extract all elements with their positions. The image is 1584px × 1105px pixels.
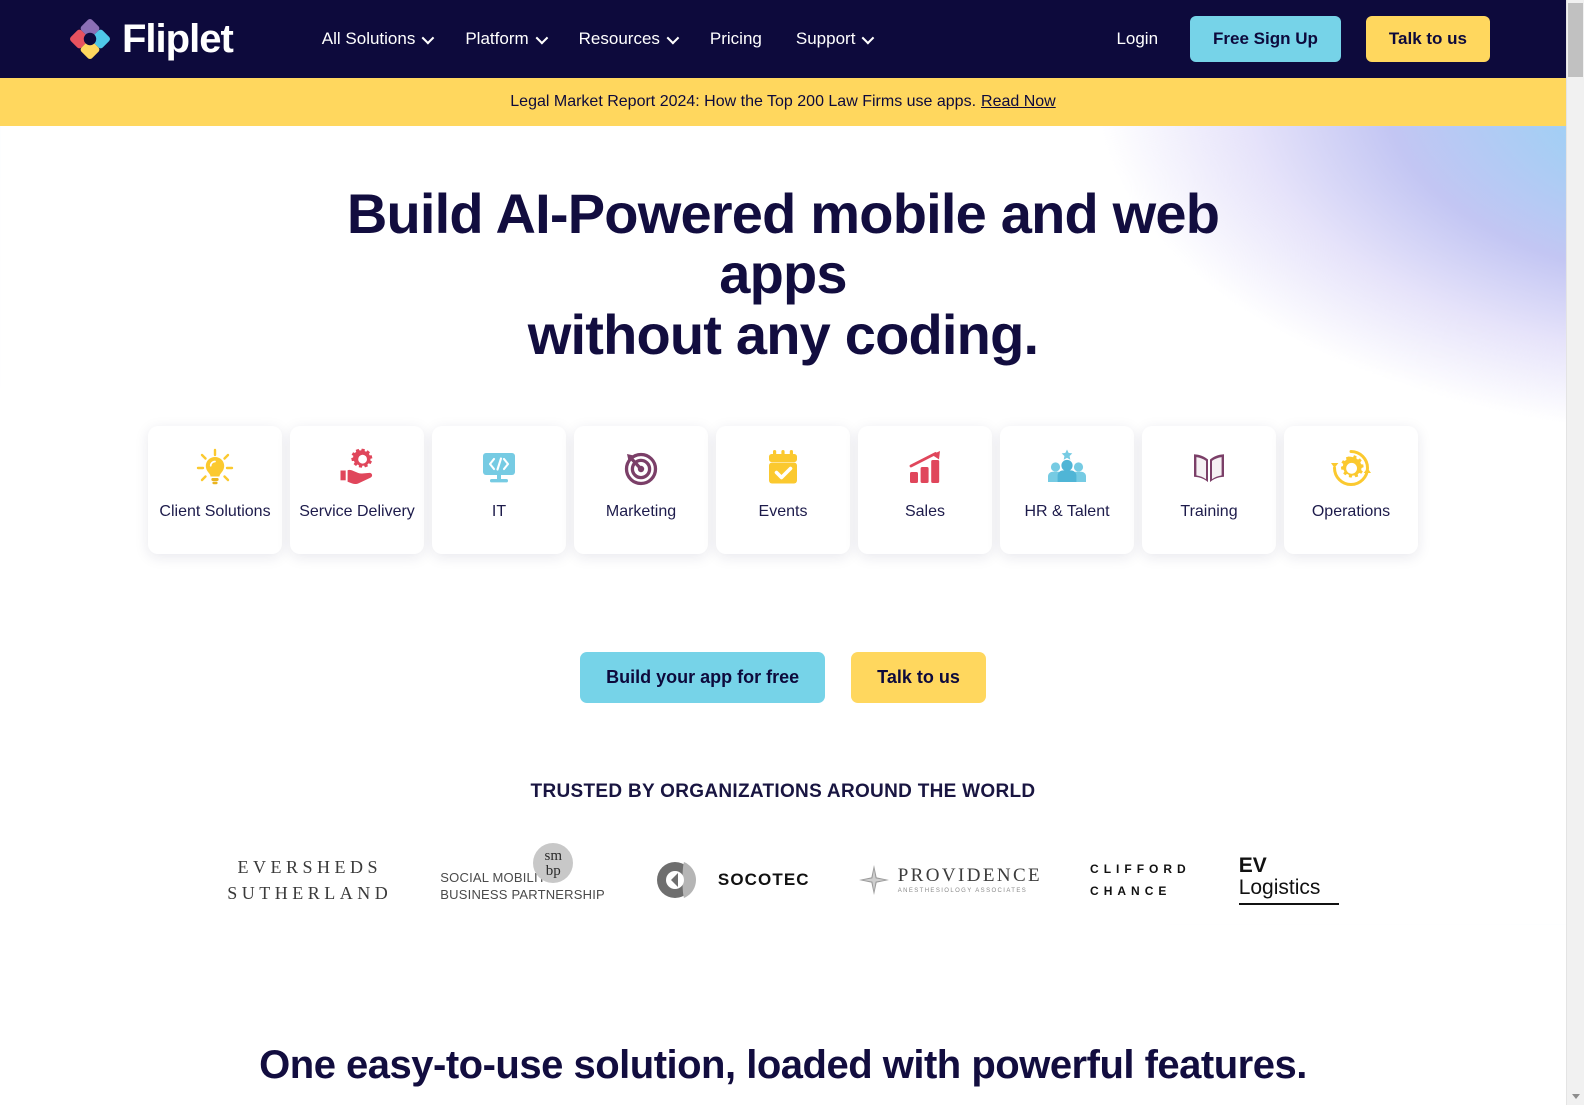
solution-card-label: Marketing [605,503,677,521]
page-viewport: Fliplet All Solutions Platform Resources… [0,0,1566,1105]
top-navigation-bar: Fliplet All Solutions Platform Resources… [0,0,1566,78]
talk-to-us-button-nav[interactable]: Talk to us [1365,16,1490,62]
nav-item-label: Pricing [709,29,762,48]
solution-card-it[interactable]: IT [432,426,566,555]
compass-star-icon [858,864,890,896]
target-dart-icon [619,443,663,493]
nav-item-resources[interactable]: Resources [562,21,693,57]
nav-actions: Login Free Sign Up Talk to us [1094,0,1490,78]
logo-underline [1238,903,1339,906]
nav-item-label: Support [795,29,856,48]
logo-line-1: EVERSHEDS [237,857,383,878]
scrollbar-thumb[interactable] [1568,3,1583,77]
eversheds-sutherland-logo: EVERSHEDS SUTHERLAND [227,854,392,906]
logo-line-2: SUTHERLAND [227,883,393,904]
providence-anesthesiology-associates-logo: PROVIDENCE ANESTHESIOLOGY ASSOCIATES [858,864,1042,896]
solution-card-service-delivery[interactable]: Service Delivery [290,426,424,555]
solution-card-events[interactable]: Events [716,426,850,555]
hero-heading-line-2: without any coding. [527,302,1039,366]
solution-card-label: Training [1180,503,1238,521]
chevron-down-icon [666,31,680,44]
nav-item-all-solutions[interactable]: All Solutions [305,21,449,57]
solution-card-label: Events [758,503,808,521]
logo-line-1: PROVIDENCE [897,865,1043,887]
client-logo-strip: EVERSHEDS SUTHERLAND SOCIAL MOBILITY BUS… [0,842,1566,915]
logo-line-2: BUSINESS PARTNERSHIP [440,887,605,903]
logo-line-1: CLIFFORD [1090,861,1191,876]
brand-logo[interactable]: Fliplet [68,17,234,61]
bar-chart-arrow-icon [902,443,948,493]
scroll-down-arrow-icon[interactable] [1567,1088,1584,1105]
socotec-logo: SOCOTEC [653,853,810,907]
hero-heading-line-1: Build AI-Powered mobile and web apps [346,182,1220,306]
chevron-down-icon [861,31,875,44]
fliplet-diamond-logo-icon [68,17,112,61]
hero-section: Build AI-Powered mobile and web apps wit… [0,126,1566,925]
primary-nav-links: All Solutions Platform Resources Pricing… [305,21,889,57]
nav-item-pricing[interactable]: Pricing [693,21,779,57]
nav-item-label: Resources [578,29,660,48]
solution-card-marketing[interactable]: Marketing [574,426,708,555]
features-heading: One easy-to-use solution, loaded with po… [259,1043,1307,1088]
socotec-mark-icon [653,853,707,907]
hero-heading: Build AI-Powered mobile and web apps wit… [283,182,1283,366]
nav-item-label: Platform [465,29,529,48]
logo-line-2: CHANCE [1090,884,1172,899]
hand-gear-icon [334,443,380,493]
build-your-app-for-free-button[interactable]: Build your app for free [580,652,826,704]
read-now-link[interactable]: Read Now [981,93,1056,111]
logo-line-2: Logistics [1238,876,1321,900]
page-scrollbar[interactable] [1566,0,1584,1105]
code-monitor-icon [476,443,522,493]
chevron-down-icon [535,31,548,44]
solution-card-operations[interactable]: Operations [1284,426,1418,555]
ev-logistics-logo: EV Logistics [1238,854,1339,906]
nav-item-support[interactable]: Support [779,21,889,57]
brand-wordmark: Fliplet [122,17,234,61]
solution-card-label: IT [491,503,507,521]
logo-line-1: SOCIAL MOBILITY [440,869,555,885]
chevron-down-icon [421,31,435,44]
hero-cta-group: Build your app for free Talk to us [0,652,1566,704]
announcement-text: Legal Market Report 2024: How the Top 20… [510,93,977,110]
logo-line-2: ANESTHESIOLOGY ASSOCIATES [897,888,1028,895]
solution-card-label: Operations [1311,503,1391,521]
login-link[interactable]: Login [1094,21,1180,57]
clifford-chance-logo: CLIFFORD CHANCE [1090,858,1191,904]
features-section: One easy-to-use solution, loaded with po… [0,925,1566,1105]
solution-cards: Client Solutions Service Delivery IT Mar… [0,426,1566,555]
social-mobility-business-partnership-logo: SOCIAL MOBILITY BUSINESS PARTNERSHIP sm b… [440,842,605,904]
logo-line-1: EV [1238,854,1267,878]
lightbulb-icon [193,443,237,493]
people-star-icon [1044,443,1090,493]
solution-card-hr-and-talent[interactable]: HR & Talent [1000,426,1134,555]
solution-card-label: Client Solutions [159,503,271,521]
gear-refresh-icon [1329,443,1373,493]
solution-card-sales[interactable]: Sales [858,426,992,555]
solution-card-label: HR & Talent [1024,503,1110,521]
talk-to-us-button-hero[interactable]: Talk to us [851,652,986,704]
open-book-icon [1186,443,1232,493]
solution-card-client-solutions[interactable]: Client Solutions [148,426,282,555]
smbp-monogram: sm bp [533,842,574,883]
nav-item-label: All Solutions [321,29,416,48]
solution-card-training[interactable]: Training [1142,426,1276,555]
solution-card-label: Sales [904,503,946,521]
socotec-wordmark: SOCOTEC [717,870,810,890]
announcement-banner: Legal Market Report 2024: How the Top 20… [0,78,1566,126]
trusted-by-title: TRUSTED BY ORGANIZATIONS AROUND THE WORL… [530,781,1036,803]
free-sign-up-button[interactable]: Free Sign Up [1190,16,1341,62]
nav-item-platform[interactable]: Platform [448,21,561,57]
solution-card-label: Service Delivery [299,503,415,521]
calendar-check-icon [761,443,805,493]
